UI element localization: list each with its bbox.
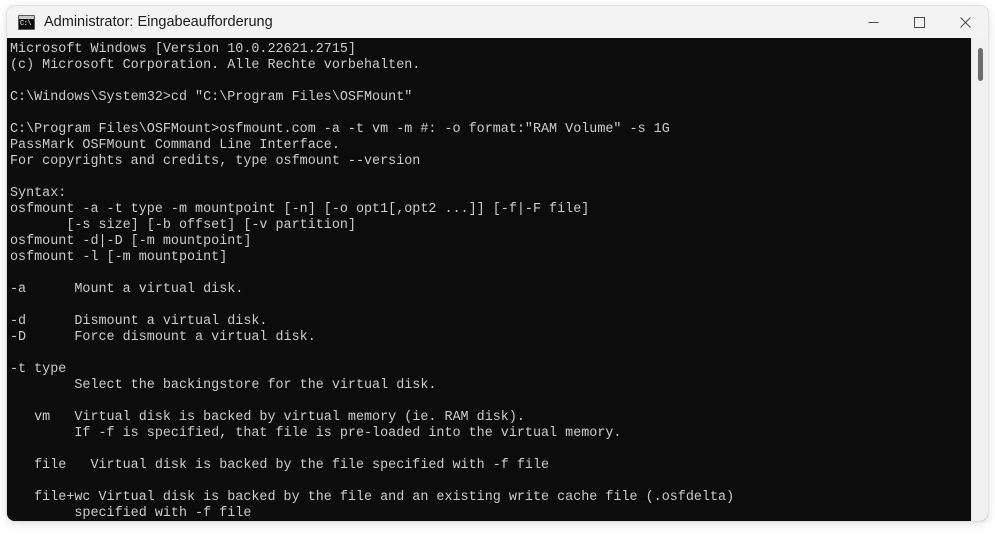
window-title: Administrator: Eingabeaufforderung: [44, 14, 273, 30]
vertical-scrollbar[interactable]: [971, 38, 988, 521]
terminal-line: (c) Microsoft Corporation. Alle Rechte v…: [10, 58, 421, 73]
scrollbar-thumb[interactable]: [978, 47, 983, 82]
terminal-line: file+wc Virtual disk is backed by the fi…: [10, 490, 735, 505]
terminal-line: -t type: [10, 362, 67, 377]
terminal-line: [-s size] [-b offset] [-v partition]: [10, 218, 356, 233]
command-prompt-icon: C:\: [18, 14, 35, 30]
terminal-line: Microsoft Windows [Version 10.0.22621.27…: [10, 42, 356, 57]
maximize-icon: [913, 16, 925, 28]
terminal-line: Select the backingstore for the virtual …: [10, 378, 437, 393]
terminal-line: If -f is specified, that file is pre-loa…: [10, 426, 622, 441]
command-prompt-window: C:\ Administrator: Eingabeaufforderung M…: [7, 6, 988, 521]
terminal-line: file Virtual disk is backed by the file …: [10, 458, 550, 473]
terminal-output[interactable]: Microsoft Windows [Version 10.0.22621.27…: [7, 38, 971, 521]
terminal-line: For copyrights and credits, type osfmoun…: [10, 154, 421, 169]
close-button[interactable]: [942, 6, 988, 38]
terminal-line: C:\Windows\System32>cd "C:\Program Files…: [10, 90, 413, 105]
title-bar-left: C:\ Administrator: Eingabeaufforderung: [7, 14, 850, 30]
terminal-line: vm Virtual disk is backed by virtual mem…: [10, 410, 525, 425]
terminal-line: C:\Program Files\OSFMount>osfmount.com -…: [10, 122, 670, 137]
terminal-area: Microsoft Windows [Version 10.0.22621.27…: [7, 38, 988, 521]
title-bar[interactable]: C:\ Administrator: Eingabeaufforderung: [7, 6, 988, 38]
screen: C:\ Administrator: Eingabeaufforderung M…: [0, 0, 995, 534]
minimize-icon: [868, 21, 878, 23]
close-icon: [959, 16, 971, 28]
terminal-line: Syntax:: [10, 186, 67, 201]
terminal-line: -d Dismount a virtual disk.: [10, 314, 268, 329]
maximize-button[interactable]: [896, 6, 942, 38]
terminal-line: osfmount -d|-D [-m mountpoint]: [10, 234, 252, 249]
minimize-button[interactable]: [850, 6, 896, 38]
command-prompt-icon-glyph: C:\: [20, 19, 32, 28]
terminal-line: osfmount -l [-m mountpoint]: [10, 250, 228, 265]
terminal-line: osfmount -a -t type -m mountpoint [-n] […: [10, 202, 590, 217]
terminal-line: -D Force dismount a virtual disk.: [10, 330, 316, 345]
terminal-line: specified with -f file: [10, 506, 252, 521]
terminal-line: PassMark OSFMount Command Line Interface…: [10, 138, 340, 153]
window-controls: [850, 6, 988, 38]
terminal-line: -a Mount a virtual disk.: [10, 282, 244, 297]
